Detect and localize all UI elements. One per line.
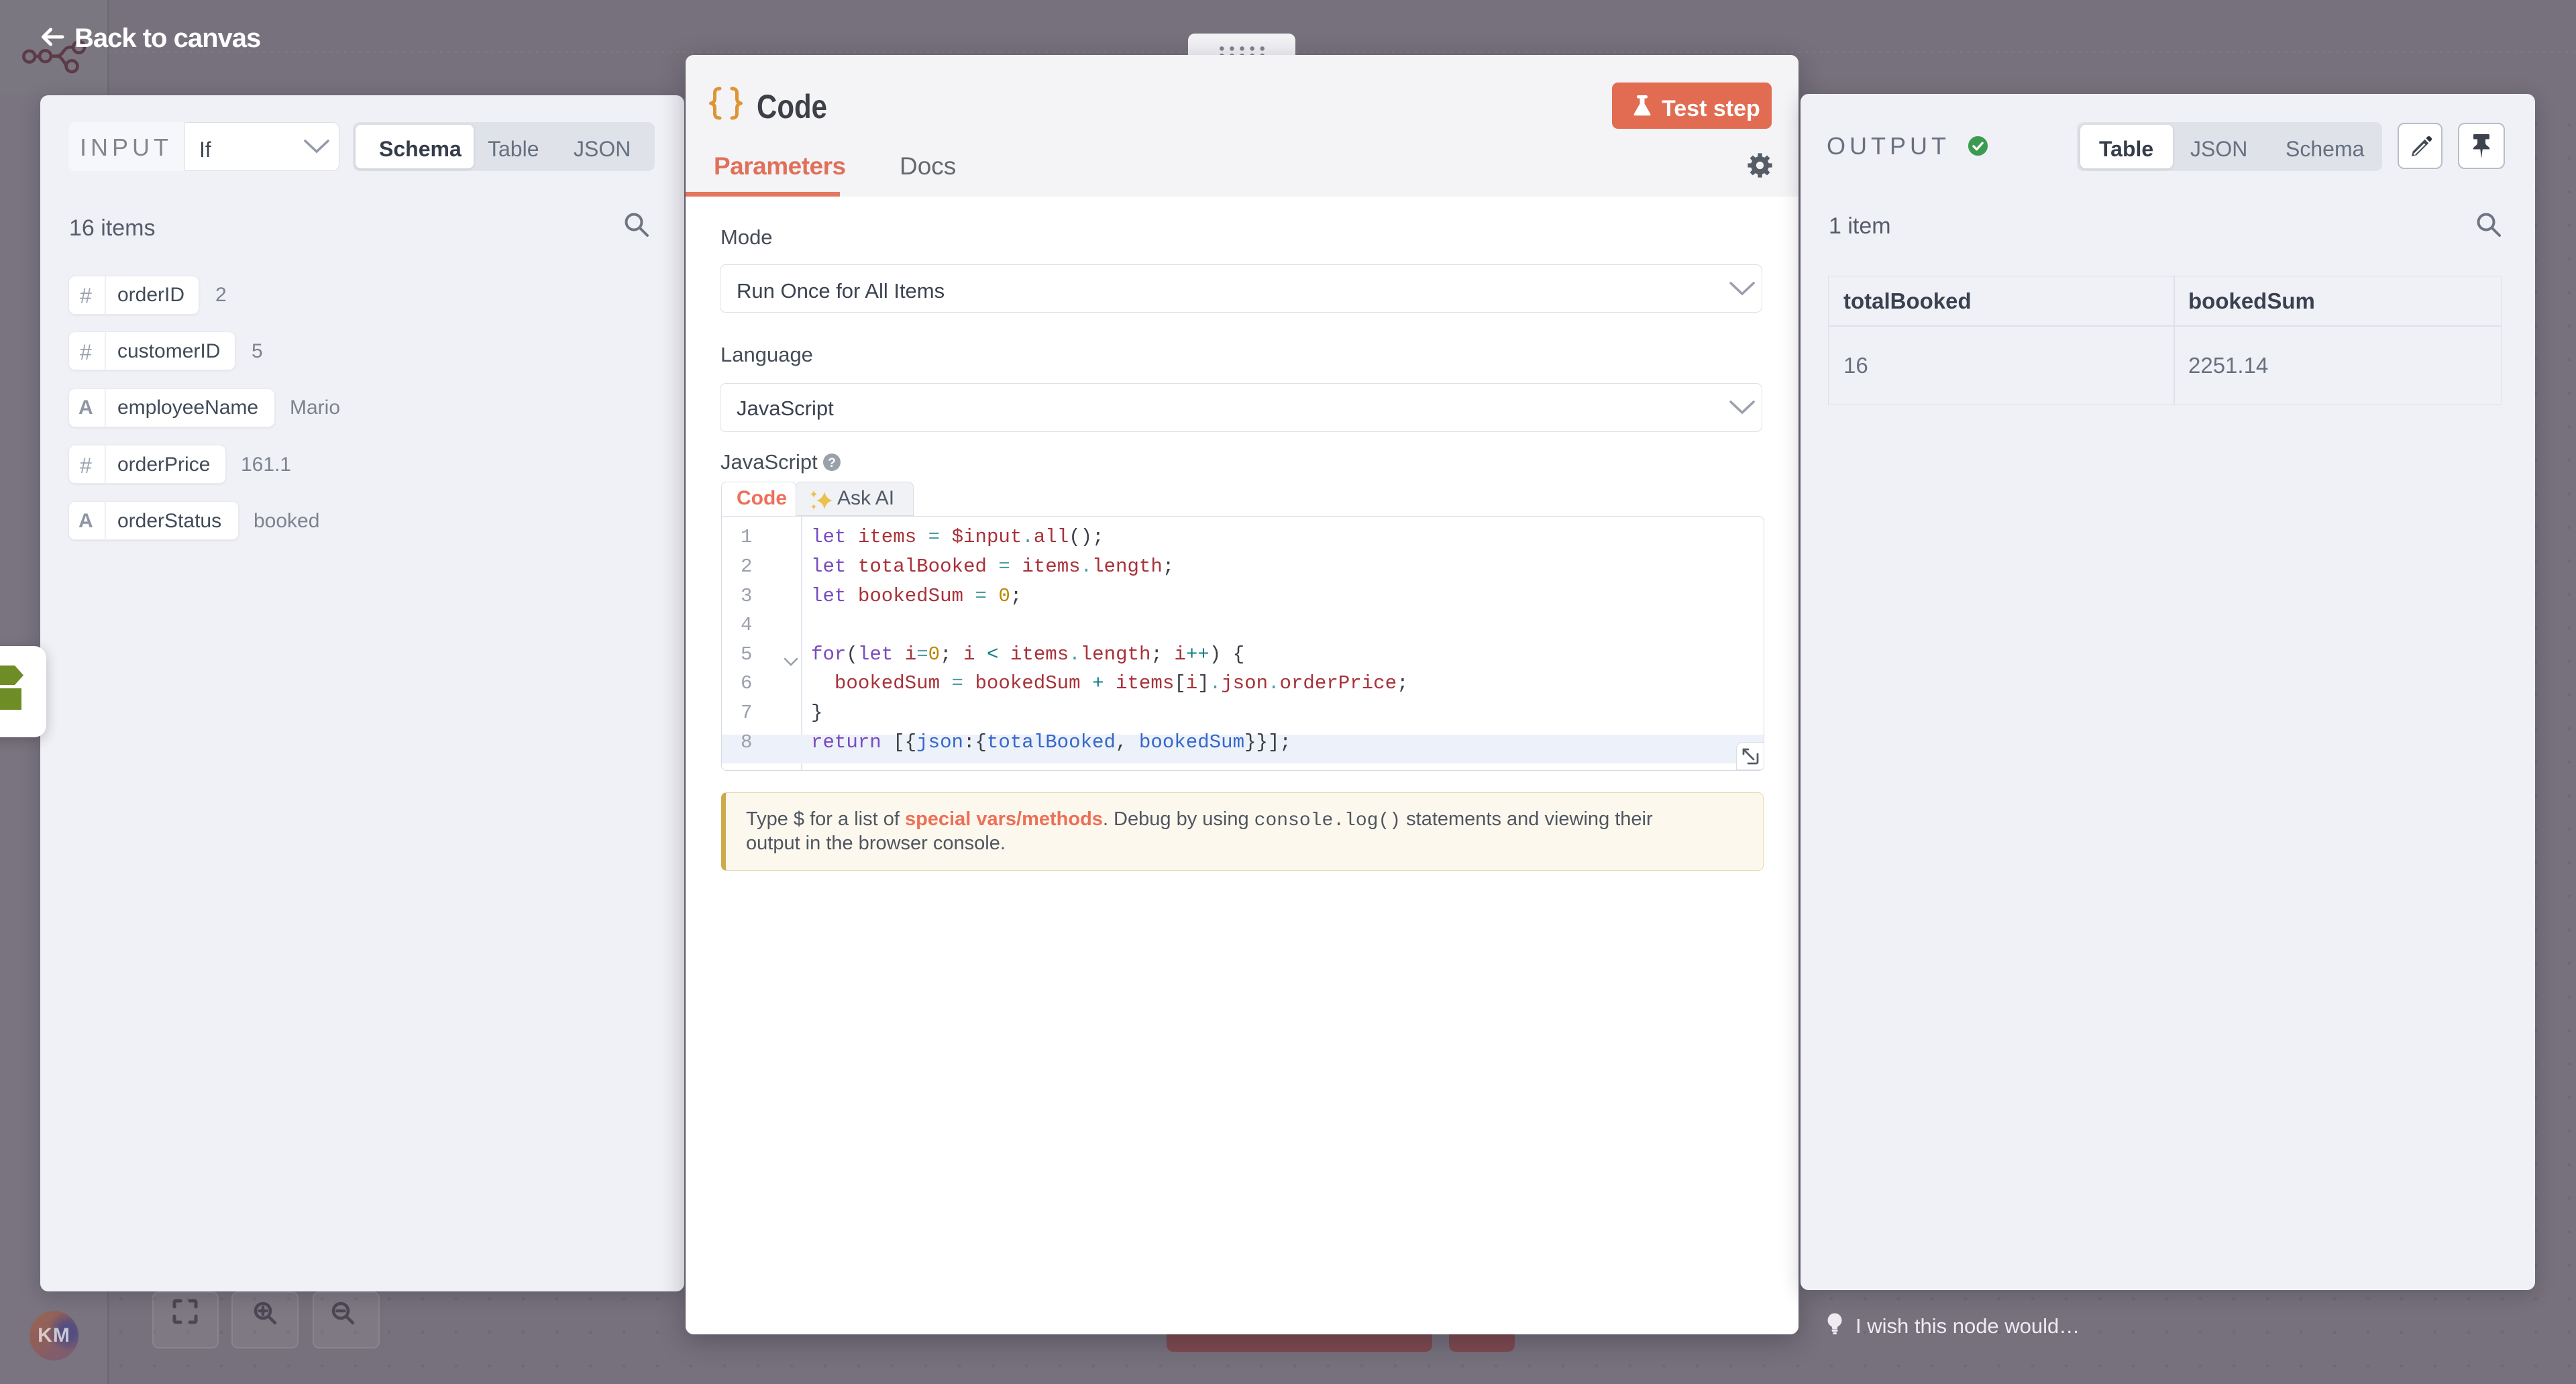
svg-text:?: ? [828, 456, 836, 470]
